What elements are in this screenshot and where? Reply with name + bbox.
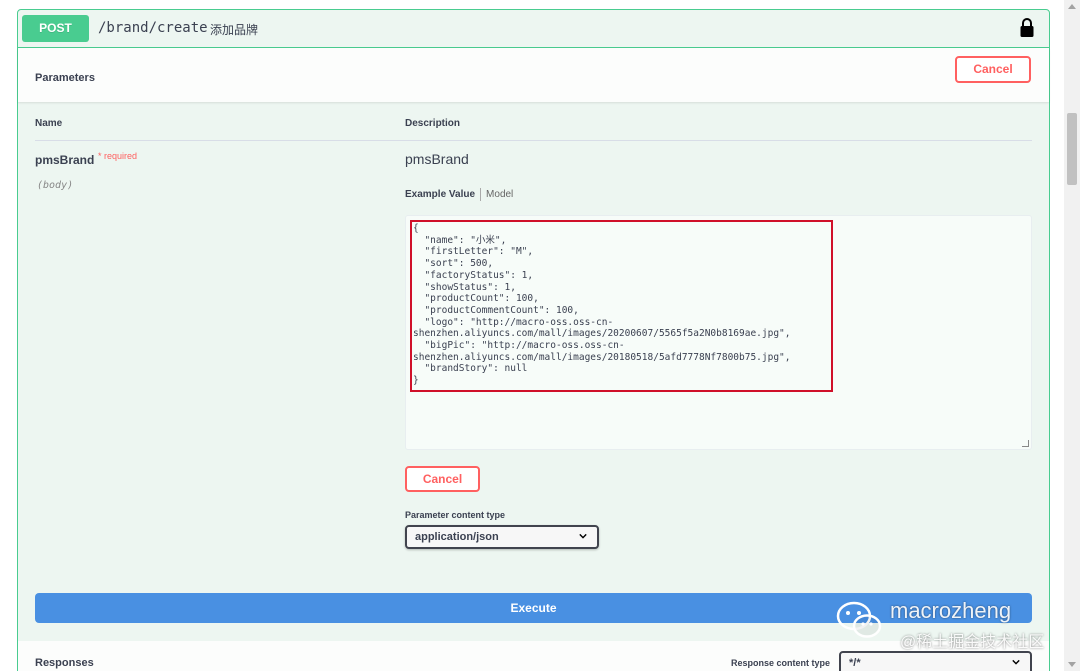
parameter-content-type-value: application/json (415, 531, 499, 543)
chevron-down-icon (579, 533, 587, 539)
header-divider (35, 140, 1032, 141)
example-model-tabs: Example Value Model (405, 188, 513, 201)
required-marker: * required (98, 151, 138, 161)
parameter-description: pmsBrand (405, 151, 469, 167)
parameters-header: Parameters Cancel (18, 48, 1049, 102)
vertical-scrollbar[interactable] (1064, 0, 1080, 671)
responses-title: Responses (35, 657, 94, 669)
parameter-name: pmsBrand (35, 153, 95, 167)
response-content-type-label: Response content type (731, 658, 831, 668)
body-param-textarea[interactable]: { "name": "小米", "firstLetter": "M", "sor… (405, 215, 1032, 450)
response-content-type-select[interactable]: */* (839, 651, 1032, 671)
cancel-button-body[interactable]: Cancel (405, 466, 480, 492)
wechat-icon (836, 601, 882, 638)
operation-block: POST /brand/create 添加品牌 Parameters Cance… (17, 9, 1050, 671)
scroll-up-arrow-icon[interactable] (1068, 4, 1076, 9)
watermark-site: @稀土掘金技术社区 (900, 634, 1045, 651)
scroll-down-arrow-icon[interactable] (1068, 662, 1076, 667)
column-header-name: Name (35, 118, 63, 129)
cancel-button[interactable]: Cancel (955, 56, 1031, 83)
parameter-content-type-label: Parameter content type (405, 510, 506, 520)
scrollbar-thumb[interactable] (1067, 113, 1077, 185)
column-header-description: Description (405, 118, 461, 129)
operation-summary[interactable]: POST /brand/create 添加品牌 (18, 10, 1049, 48)
method-badge: POST (22, 15, 89, 42)
resize-handle[interactable] (1022, 440, 1029, 447)
tab-model[interactable]: Model (486, 189, 513, 200)
responses-header: Responses Response content type */* (18, 641, 1049, 671)
parameter-location: (body) (37, 180, 74, 191)
lock-icon[interactable] (1019, 18, 1035, 38)
parameters-title: Parameters (35, 72, 95, 84)
chevron-down-icon (1012, 659, 1020, 665)
watermark-author: macrozheng (890, 598, 1012, 623)
operation-summary-text: 添加品牌 (210, 23, 259, 37)
response-content-type-value: */* (849, 657, 861, 669)
body-json: { "name": "小米", "firstLetter": "M", "sor… (413, 223, 791, 387)
parameter-content-type-select[interactable]: application/json (405, 525, 599, 549)
operation-path: /brand/create (98, 20, 208, 36)
tab-example-value[interactable]: Example Value (405, 189, 475, 200)
tab-divider (480, 188, 482, 201)
